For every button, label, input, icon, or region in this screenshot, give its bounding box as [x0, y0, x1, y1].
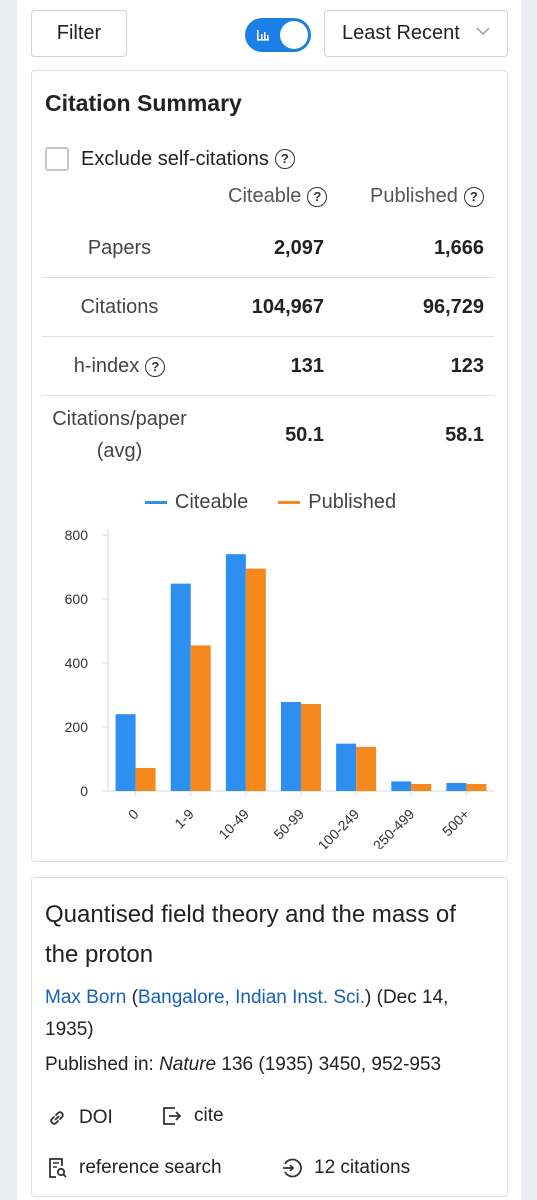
app-shell: Filter Least Recent Citation Summary Exc… [17, 0, 521, 1200]
x-tick-label: 1-9 [171, 806, 197, 832]
bar-chart-icon [257, 30, 269, 41]
bar-citeable-1-9 [170, 583, 191, 791]
legend-swatch-citeable [144, 501, 167, 504]
citation-summary-card: Citation Summary Exclude self-citations … [31, 70, 508, 862]
author-link[interactable]: Max Born [45, 987, 126, 1008]
cite-label: cite [194, 1105, 224, 1126]
x-tick-label: 50-99 [270, 806, 307, 843]
legend-label-citeable: Citeable [174, 491, 249, 513]
stats-citeable-value: 131 [290, 355, 324, 377]
published-column-header: Published ? [370, 185, 484, 208]
exclude-self-citations-row: Exclude self-citations ? [45, 146, 295, 172]
citation-histogram: 800 600 400 200 0 0 1-9 10-49 50-99 100-249 250-49… [65, 527, 494, 849]
results-toolbar: Filter Least Recent [31, 10, 508, 57]
stats-published-value: 1,666 [433, 237, 484, 259]
bar-published-500+ [466, 783, 487, 791]
citations-action[interactable]: 12 citations [280, 1156, 410, 1180]
sort-select-value: Least Recent [342, 22, 460, 44]
bar-published-1-9 [190, 645, 211, 791]
help-icon[interactable]: ? [145, 356, 166, 377]
reference-search-label: reference search [79, 1157, 222, 1178]
doi-label: DOI [79, 1107, 113, 1128]
bar-published-50-99 [301, 703, 321, 791]
y-tick-label: 200 [65, 719, 89, 735]
bar-published-100-249 [356, 746, 377, 791]
stats-published-value: 123 [450, 355, 484, 377]
y-tick-label: 0 [80, 783, 88, 799]
stats-row-papers: Papers 2,097 1,666 [42, 219, 494, 278]
citeable-column-header: Citeable ? [228, 185, 328, 208]
link-icon [50, 1111, 64, 1125]
legend-item-published[interactable]: Published [278, 491, 396, 514]
citation-stats-table: Papers 2,097 1,666 Citations 104,967 96,… [42, 219, 494, 476]
x-tick-label: 10-49 [215, 806, 252, 843]
filter-button[interactable]: Filter [31, 10, 127, 57]
stats-row-label: Citations/paper (avg) [52, 408, 187, 462]
journal-name: Nature [159, 1054, 217, 1075]
paper-title[interactable]: Quantised field theory and the mass of t… [45, 895, 495, 975]
stats-row-label: Papers [87, 237, 152, 259]
citeable-column-label: Citeable [228, 185, 302, 207]
x-tick-label: 100-249 [315, 806, 363, 849]
sort-select[interactable]: Least Recent [324, 10, 508, 57]
paper-authors: Max Born (Bangalore, Indian Inst. Sci.) … [45, 982, 495, 1046]
x-tick-label: 250-499 [370, 806, 418, 849]
stats-row-citations-per-paper: Citations/paper (avg) 50.1 58.1 [42, 396, 494, 476]
bar-citeable-0 [115, 714, 136, 791]
stats-row-citations: Citations 104,967 96,729 [42, 278, 494, 337]
x-tick-label: 500+ [439, 806, 473, 840]
reference-search-icon [49, 1158, 67, 1178]
y-tick-label: 400 [65, 655, 89, 671]
legend-item-citeable[interactable]: Citeable [144, 491, 249, 514]
publication-info: Published in: Nature 136 (1935) 3450, 95… [45, 1054, 441, 1076]
stats-row-label: Citations [80, 296, 159, 318]
published-prefix: Published in: [45, 1054, 160, 1075]
stats-citeable-value: 104,967 [251, 296, 324, 318]
toggle-knob [280, 21, 308, 49]
exclude-self-citations-label: Exclude self-citations [81, 147, 269, 170]
exclude-self-citations-checkbox[interactable] [45, 147, 69, 171]
y-tick-label: 600 [65, 591, 89, 607]
bar-citeable-250-499 [391, 781, 412, 791]
citations-count-label: 12 citations [314, 1157, 411, 1178]
bar-published-250-499 [411, 783, 432, 791]
bar-citeable-100-249 [336, 743, 357, 791]
doi-action[interactable]: DOI [45, 1106, 113, 1130]
bar-published-0 [135, 767, 156, 791]
bar-citeable-10-49 [225, 554, 246, 791]
bar-published-10-49 [245, 568, 266, 791]
bar-citeable-500+ [446, 783, 467, 791]
stats-row-label-wrap: h-index? [42, 350, 197, 382]
citation-summary-title: Citation Summary [45, 90, 242, 116]
x-tick-label: 0 [125, 806, 142, 823]
chevron-down-icon [476, 27, 490, 35]
citation-chart-toggle[interactable] [245, 18, 311, 52]
publication-details: 136 (1935) 3450, 952-953 [216, 1054, 442, 1075]
reference-search-action[interactable]: reference search [45, 1156, 222, 1180]
citations-icon [283, 1158, 302, 1178]
stats-row-label: h-index [73, 355, 140, 377]
help-icon[interactable]: ? [463, 186, 484, 207]
chart-legend: Citeable Published [32, 491, 509, 514]
help-icon[interactable]: ? [274, 149, 295, 169]
stats-published-value: 96,729 [422, 296, 484, 318]
literature-record-card: Quantised field theory and the mass of t… [31, 877, 508, 1197]
affiliation-close-paren: ) [365, 987, 372, 1008]
export-icon [163, 1107, 182, 1125]
legend-label-published: Published [308, 491, 397, 513]
bar-citeable-50-99 [281, 702, 301, 791]
stats-row-h-index: h-index? 131 123 [42, 337, 494, 396]
stats-citeable-value: 2,097 [273, 237, 324, 259]
affiliation-link[interactable]: Bangalore, Indian Inst. Sci. [138, 987, 365, 1008]
published-column-label: Published [370, 185, 458, 207]
stats-citeable-value: 50.1 [285, 424, 324, 446]
help-icon[interactable]: ? [307, 186, 328, 207]
stats-published-value: 58.1 [445, 424, 484, 446]
y-tick-label: 800 [65, 527, 89, 543]
cite-action[interactable]: cite [160, 1104, 224, 1128]
legend-swatch-published [278, 501, 301, 504]
